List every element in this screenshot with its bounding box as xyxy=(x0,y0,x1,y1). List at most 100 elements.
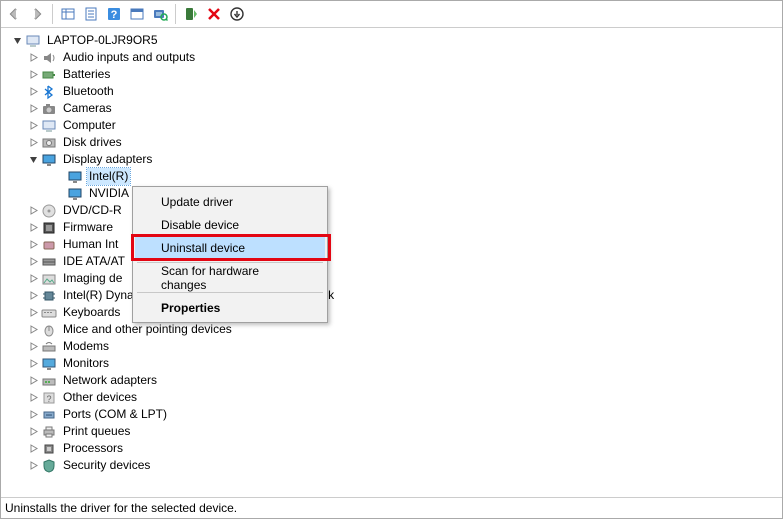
category-bluetooth[interactable]: Bluetooth xyxy=(5,83,782,100)
caret-right-icon[interactable] xyxy=(27,357,40,370)
category-processors[interactable]: Processors xyxy=(5,440,782,457)
category-diskdrives[interactable]: Disk drives xyxy=(5,134,782,151)
display-icon xyxy=(67,169,83,185)
caret-right-icon[interactable] xyxy=(27,85,40,98)
caret-right-icon[interactable] xyxy=(27,408,40,421)
caret-right-icon[interactable] xyxy=(27,374,40,387)
category-display[interactable]: Display adapters xyxy=(5,151,782,168)
root-node[interactable]: LAPTOP-0LJR9OR5 xyxy=(5,32,782,49)
category-dpt[interactable]: Intel(R) Dynamic Platform and Thermal Fr… xyxy=(5,287,782,304)
caret-right-icon[interactable] xyxy=(27,323,40,336)
category-firmware[interactable]: Firmware xyxy=(5,219,782,236)
display-icon xyxy=(41,152,57,168)
category-mice[interactable]: Mice and other pointing devices xyxy=(5,321,782,338)
category-humanint[interactable]: Human Int xyxy=(5,236,782,253)
category-audio[interactable]: Audio inputs and outputs xyxy=(5,49,782,66)
caret-right-icon[interactable] xyxy=(27,255,40,268)
caret-right-icon[interactable] xyxy=(27,204,40,217)
caret-right-icon[interactable] xyxy=(27,340,40,353)
category-modems[interactable]: Modems xyxy=(5,338,782,355)
category-label: Computer xyxy=(61,117,118,134)
device-tree[interactable]: LAPTOP-0LJR9OR5 Audio inputs and outputs… xyxy=(1,28,782,497)
category-security[interactable]: Security devices xyxy=(5,457,782,474)
category-ports[interactable]: Ports (COM & LPT) xyxy=(5,406,782,423)
caret-right-icon[interactable] xyxy=(27,442,40,455)
uninstall-device-button[interactable] xyxy=(226,3,248,25)
monitor-icon xyxy=(41,356,57,372)
scan-hardware-button[interactable] xyxy=(149,3,171,25)
ctx-update[interactable]: Update driver xyxy=(135,190,325,213)
category-label: Audio inputs and outputs xyxy=(61,49,197,66)
category-label: Monitors xyxy=(61,355,111,372)
category-monitors[interactable]: Monitors xyxy=(5,355,782,372)
camera-icon xyxy=(41,101,57,117)
caret-right-icon[interactable] xyxy=(27,425,40,438)
caret-right-icon[interactable] xyxy=(27,68,40,81)
category-batteries[interactable]: Batteries xyxy=(5,66,782,83)
bluetooth-icon xyxy=(41,84,57,100)
show-hide-console-button[interactable] xyxy=(57,3,79,25)
back-button[interactable] xyxy=(3,3,25,25)
ctx-disable[interactable]: Disable device xyxy=(135,213,325,236)
caret-right-icon[interactable] xyxy=(27,119,40,132)
category-label: Processors xyxy=(61,440,125,457)
enable-device-button[interactable] xyxy=(180,3,202,25)
caret-right-icon[interactable] xyxy=(27,459,40,472)
forward-button[interactable] xyxy=(26,3,48,25)
caret-right-icon[interactable] xyxy=(27,136,40,149)
category-label: Network adapters xyxy=(61,372,159,389)
category-label: Firmware xyxy=(61,219,115,236)
category-keyboards[interactable]: Keyboards xyxy=(5,304,782,321)
category-label: Human Int xyxy=(61,236,120,253)
category-cameras[interactable]: Cameras xyxy=(5,100,782,117)
category-imaging[interactable]: Imaging de xyxy=(5,270,782,287)
caret-down-icon[interactable] xyxy=(11,34,24,47)
context-menu-separator xyxy=(137,292,323,293)
context-menu: Update driverDisable deviceUninstall dev… xyxy=(132,186,328,323)
device-nvidia[interactable]: NVIDIA xyxy=(5,185,782,202)
properties-button[interactable] xyxy=(80,3,102,25)
printer-icon xyxy=(41,424,57,440)
device-label: NVIDIA xyxy=(87,185,131,202)
caret-right-icon[interactable] xyxy=(27,221,40,234)
category-label: Keyboards xyxy=(61,304,122,321)
category-printq[interactable]: Print queues xyxy=(5,423,782,440)
category-label: Batteries xyxy=(61,66,112,83)
device-label: Intel(R) xyxy=(87,168,130,185)
caret-down-icon[interactable] xyxy=(27,153,40,166)
category-label: Modems xyxy=(61,338,111,355)
status-bar: Uninstalls the driver for the selected d… xyxy=(1,498,782,518)
category-ideata[interactable]: IDE ATA/AT xyxy=(5,253,782,270)
caret-right-icon[interactable] xyxy=(27,51,40,64)
battery-icon xyxy=(41,67,57,83)
category-label: Ports (COM & LPT) xyxy=(61,406,169,423)
ctx-scan[interactable]: Scan for hardware changes xyxy=(135,266,325,289)
action-button[interactable] xyxy=(126,3,148,25)
caret-right-icon[interactable] xyxy=(27,289,40,302)
ctx-uninstall[interactable]: Uninstall device xyxy=(135,236,325,259)
cpu-icon xyxy=(41,441,57,457)
firmware-icon xyxy=(41,220,57,236)
category-computer[interactable]: Computer xyxy=(5,117,782,134)
audio-icon xyxy=(41,50,57,66)
category-dvdcd[interactable]: DVD/CD-R xyxy=(5,202,782,219)
caret-right-icon[interactable] xyxy=(27,306,40,319)
dvd-icon xyxy=(41,203,57,219)
ctx-props[interactable]: Properties xyxy=(135,296,325,319)
caret-right-icon[interactable] xyxy=(27,238,40,251)
modem-icon xyxy=(41,339,57,355)
caret-right-icon[interactable] xyxy=(27,102,40,115)
disable-device-button[interactable] xyxy=(203,3,225,25)
caret-right-icon[interactable] xyxy=(27,272,40,285)
imaging-icon xyxy=(41,271,57,287)
help-button[interactable]: ? xyxy=(103,3,125,25)
device-tree-area: LAPTOP-0LJR9OR5 Audio inputs and outputs… xyxy=(1,28,782,498)
toolbar-separator xyxy=(175,4,176,24)
category-other[interactable]: ?Other devices xyxy=(5,389,782,406)
svg-text:?: ? xyxy=(111,9,118,21)
caret-right-icon[interactable] xyxy=(27,391,40,404)
svg-text:?: ? xyxy=(46,394,51,404)
device-intel[interactable]: Intel(R) xyxy=(5,168,782,185)
category-label: Disk drives xyxy=(61,134,124,151)
category-network[interactable]: Network adapters xyxy=(5,372,782,389)
